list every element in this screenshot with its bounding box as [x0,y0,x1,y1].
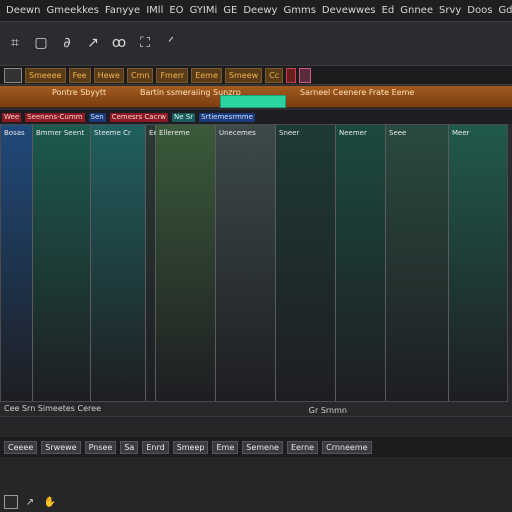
file-tab[interactable]: Hewe [93,67,124,83]
grid-column[interactable]: Steeme Cr [91,125,146,401]
grid-column[interactable]: Ellereme [156,125,216,401]
tools-toolbar: ⌗ ▢ ∂ ↗ ꝏ ⛶ ᐟ [0,28,512,58]
menu-item[interactable]: EO [169,5,183,16]
column-label: Bosas [4,129,25,137]
menu-item[interactable]: Gmms [283,5,315,16]
brush-icon[interactable]: ᐟ [160,33,182,53]
file-tab[interactable]: Smeeee [25,67,66,83]
menu-item[interactable]: Srvy [439,5,461,16]
frame-icon[interactable]: ▢ [30,33,52,53]
menu-item[interactable]: Deewy [243,5,277,16]
status-right: Gr Srnmn [308,406,347,415]
menu-item[interactable]: Gdrr7 [498,5,512,16]
hand-icon[interactable]: ✋ [42,495,58,509]
file-tab[interactable] [299,67,312,83]
column-label: Sneer [279,129,300,137]
column-label: Unecemes [219,129,256,137]
column-header[interactable]: Srtiemesrmme [199,112,255,122]
menu-item[interactable]: Devewwes [322,5,376,16]
column-header[interactable]: Seenens-Cumm [25,112,85,122]
text-box-icon[interactable]: ⌗ [4,33,26,53]
command-button[interactable]: Srwewe [41,440,81,454]
column-header[interactable]: Cemesrs Cacrw [109,112,169,122]
command-button[interactable]: Eme [212,440,239,454]
status-left: Cee Srn Simeetes Ceree [4,404,101,413]
bottom-panel: Ceeee Srwewe Pnsee Sa Enrd Smeep Eme Semene Eern… [0,416,512,512]
app-window: Deewn Gmeekkes Fanyye IMll EO GYIMi GE Deewy Gmm… [0,0,512,512]
grid-icon[interactable] [4,495,18,509]
column-header[interactable]: Ne Sr [172,112,196,122]
file-tab[interactable]: Smeew [224,67,263,83]
menu-item[interactable]: GE [223,5,237,16]
column-header[interactable]: Wee [2,112,22,122]
command-button[interactable]: Crnneeme [322,440,372,454]
column-header-strip: Wee Seenens-Cumm Sen Cemesrs Cacrw Ne Sr Srti… [0,110,512,124]
command-button[interactable]: Semene [242,440,283,454]
file-tab[interactable] [286,67,297,83]
command-button[interactable]: Eerne [286,440,319,454]
column-label: Ellereme [159,129,190,137]
file-tab[interactable]: Cmn [126,67,154,83]
file-tab[interactable]: Fee [68,67,91,83]
grid-column[interactable]: Meer [449,125,507,401]
shape-tool-icon[interactable]: ⛶ [134,33,156,53]
grid-column[interactable]: Bosas [1,125,33,401]
menu-item[interactable]: Deewn [6,5,41,16]
file-tab[interactable]: Cc [265,67,284,83]
command-button[interactable]: Smeep [172,440,209,454]
file-tab[interactable]: Eeme [191,67,222,83]
command-row: Ceeee Srwewe Pnsee Sa Enrd Smeep Eme Semene Eern… [0,437,512,457]
timeline-grid[interactable]: Bosas Bmmer Seent Steeme Cr EesmerEllereme U… [0,124,508,402]
file-tabs-bar: Smeeee Fee Hewe Cmn Fmerr Eeme Smeew Cc [0,65,512,85]
grid-column[interactable]: Seee [386,125,449,401]
grid-column[interactable]: Bmmer Seent [33,125,91,401]
info-bar: Pontre Sbyytt Bartin ssmeraiing Sunzrp S… [0,86,512,108]
menu-item[interactable]: Ed [382,5,395,16]
status-line: Cee Srn Simeetes Ceree Gr Srnmn [0,404,512,416]
command-button[interactable]: Sa [120,440,139,454]
menu-item[interactable]: Doos [467,5,492,16]
selection-highlight[interactable] [220,95,286,108]
info-left: Pontre Sbyytt [52,88,107,97]
lasso-icon[interactable]: ꝏ [108,33,130,53]
curve-icon[interactable]: ∂ [56,33,78,53]
column-label: Bmmer Seent [36,129,85,137]
menu-item[interactable]: IMll [146,5,163,16]
column-header[interactable]: Sen [88,112,106,122]
command-button[interactable]: Enrd [142,440,169,454]
command-button[interactable]: Pnsee [84,440,117,454]
menu-item[interactable]: Fanyye [105,5,140,16]
grid-column[interactable]: Eesmer [146,125,175,401]
bottom-icons: ↗ ✋ [4,495,58,509]
column-label: Seee [389,129,407,137]
menu-item[interactable]: Gnnee [400,5,433,16]
column-label: Steeme Cr [94,129,131,137]
grid-column[interactable]: Sneer [276,125,336,401]
column-label: Meer [452,129,470,137]
grid-column[interactable]: Neemer [336,125,386,401]
file-tab[interactable] [4,67,22,83]
pen-icon[interactable]: ↗ [82,33,104,53]
file-tab[interactable]: Fmerr [156,67,189,83]
arrow-icon[interactable]: ↗ [22,495,38,509]
menu-item[interactable]: Gmeekkes [47,5,99,16]
column-label: Neemer [339,129,367,137]
command-button[interactable]: Ceeee [4,440,38,454]
menu-bar: Deewn Gmeekkes Fanyye IMll EO GYIMi GE Deewy Gmm… [0,0,512,22]
menu-item[interactable]: GYIMi [190,5,218,16]
info-right: Sarneel Ceenere Frate Eeme [300,88,415,97]
grid-column[interactable]: Unecemes [216,125,276,401]
